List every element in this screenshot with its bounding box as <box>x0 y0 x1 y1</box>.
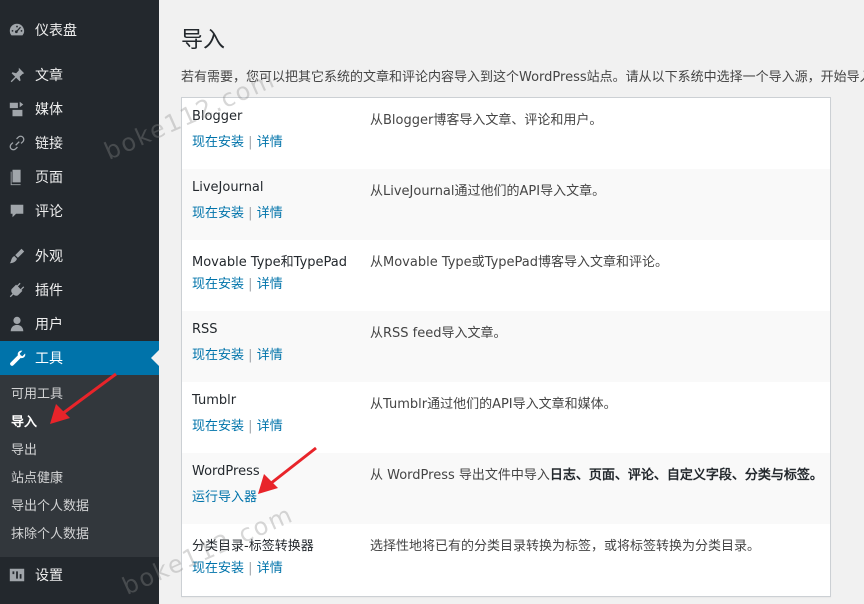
description-bold: 日志、页面、评论、自定义字段、分类与标签。 <box>549 468 823 483</box>
menu-label: 评论 <box>35 204 63 220</box>
menu-links[interactable]: 链接 <box>0 126 159 160</box>
submenu-site-health[interactable]: 站点健康 <box>11 469 63 489</box>
tools-submenu: 可用工具 导入 导出 站点健康 导出个人数据 抹除个人数据 <box>0 375 159 557</box>
admin-sidebar: 仪表盘 文章 媒体 链接 页面 评论 外观 插件 用户 工具 可用工具 导入 导… <box>0 0 159 604</box>
link-icon <box>8 134 26 152</box>
importer-row: Blogger 现在安装 | 详情 从Blogger博客导入文章、评论和用户。 <box>182 98 830 169</box>
importer-actions: 现在安装 | 详情 <box>192 202 283 221</box>
importer-table: Blogger 现在安装 | 详情 从Blogger博客导入文章、评论和用户。 … <box>181 97 831 597</box>
menu-media[interactable]: 媒体 <box>0 92 159 126</box>
importer-name: Blogger <box>192 109 243 124</box>
pin-icon <box>8 66 26 84</box>
importer-description: 从 WordPress 导出文件中导入日志、页面、评论、自定义字段、分类与标签。 <box>370 464 823 483</box>
submenu-export-personal-data[interactable]: 导出个人数据 <box>11 497 89 517</box>
menu-label: 外观 <box>35 249 63 265</box>
install-now-link[interactable]: 现在安装 <box>192 561 244 576</box>
importer-actions: 现在安装 | 详情 <box>192 344 283 363</box>
install-now-link[interactable]: 现在安装 <box>192 135 244 150</box>
importer-description: 选择性地将已有的分类目录转换为标签，或将标签转换为分类目录。 <box>370 539 761 554</box>
importer-name: WordPress <box>192 464 260 479</box>
importer-actions: 运行导入器 <box>192 486 257 505</box>
menu-label: 用户 <box>35 317 63 333</box>
submenu-import[interactable]: 导入 <box>11 413 37 433</box>
dashboard-icon <box>8 21 26 39</box>
importer-name: Movable Type和TypePad <box>192 255 348 270</box>
menu-dashboard[interactable]: 仪表盘 <box>0 13 159 47</box>
install-now-link[interactable]: 现在安装 <box>192 419 244 434</box>
importer-row: Tumblr 现在安装 | 详情 从Tumblr通过他们的API导入文章和媒体。 <box>182 382 830 453</box>
install-now-link[interactable]: 现在安装 <box>192 277 244 292</box>
intro-text: 若有需要，您可以把其它系统的文章和评论内容导入到这个WordPress站点。请从… <box>181 70 864 85</box>
importer-description: 从LiveJournal通过他们的API导入文章。 <box>370 184 606 199</box>
brush-icon <box>8 247 26 265</box>
separator: | <box>248 206 253 221</box>
media-icon <box>8 100 26 118</box>
separator: | <box>248 277 253 292</box>
separator: | <box>248 348 253 363</box>
separator: | <box>248 135 253 150</box>
menu-label: 页面 <box>35 170 63 186</box>
menu-comments[interactable]: 评论 <box>0 194 159 228</box>
menu-settings[interactable]: 设置 <box>0 558 159 592</box>
run-importer-link[interactable]: 运行导入器 <box>192 490 257 505</box>
menu-label: 媒体 <box>35 102 63 118</box>
importer-description: 从Movable Type或TypePad博客导入文章和评论。 <box>370 255 669 270</box>
menu-appearance[interactable]: 外观 <box>0 239 159 273</box>
importer-name: 分类目录-标签转换器 <box>192 539 314 554</box>
menu-posts[interactable]: 文章 <box>0 58 159 92</box>
importer-actions: 现在安装 | 详情 <box>192 415 283 434</box>
importer-name: LiveJournal <box>192 180 264 195</box>
details-link[interactable]: 详情 <box>257 135 283 150</box>
settings-icon <box>8 566 26 584</box>
main-content: 导入 若有需要，您可以把其它系统的文章和评论内容导入到这个WordPress站点… <box>159 0 864 604</box>
details-link[interactable]: 详情 <box>257 561 283 576</box>
menu-label: 仪表盘 <box>35 23 77 39</box>
importer-description: 从Blogger博客导入文章、评论和用户。 <box>370 113 603 128</box>
importer-row: RSS 现在安装 | 详情 从RSS feed导入文章。 <box>182 311 830 382</box>
page-icon <box>8 168 26 186</box>
importer-description: 从Tumblr通过他们的API导入文章和媒体。 <box>370 397 617 412</box>
install-now-link[interactable]: 现在安装 <box>192 348 244 363</box>
details-link[interactable]: 详情 <box>257 206 283 221</box>
install-now-link[interactable]: 现在安装 <box>192 206 244 221</box>
importer-actions: 现在安装 | 详情 <box>192 273 283 292</box>
submenu-export[interactable]: 导出 <box>11 441 37 461</box>
menu-plugins[interactable]: 插件 <box>0 273 159 307</box>
menu-tools[interactable]: 工具 <box>0 341 159 375</box>
menu-users[interactable]: 用户 <box>0 307 159 341</box>
comment-icon <box>8 202 26 220</box>
user-icon <box>8 315 26 333</box>
separator: | <box>248 419 253 434</box>
submenu-erase-personal-data[interactable]: 抹除个人数据 <box>11 525 89 545</box>
menu-label: 插件 <box>35 283 63 299</box>
menu-label: 工具 <box>35 351 63 367</box>
importer-row: Movable Type和TypePad 现在安装 | 详情 从Movable … <box>182 240 830 311</box>
details-link[interactable]: 详情 <box>257 419 283 434</box>
menu-label: 链接 <box>35 136 63 152</box>
details-link[interactable]: 详情 <box>257 277 283 292</box>
menu-pages[interactable]: 页面 <box>0 160 159 194</box>
menu-label: 文章 <box>35 68 63 84</box>
description-prefix: 从 WordPress 导出文件中导入 <box>370 468 550 483</box>
plugin-icon <box>8 281 26 299</box>
submenu-available-tools[interactable]: 可用工具 <box>11 385 63 405</box>
importer-actions: 现在安装 | 详情 <box>192 131 283 150</box>
importer-name: RSS <box>192 322 218 337</box>
details-link[interactable]: 详情 <box>257 348 283 363</box>
menu-label: 设置 <box>35 568 63 584</box>
importer-row: LiveJournal 现在安装 | 详情 从LiveJournal通过他们的A… <box>182 169 830 240</box>
importer-row: 分类目录-标签转换器 现在安装 | 详情 选择性地将已有的分类目录转换为标签，或… <box>182 524 830 595</box>
importer-description: 从RSS feed导入文章。 <box>370 326 507 341</box>
importer-name: Tumblr <box>192 393 237 408</box>
importer-actions: 现在安装 | 详情 <box>192 557 283 576</box>
importer-row: WordPress 运行导入器 从 WordPress 导出文件中导入日志、页面… <box>182 453 830 524</box>
page-title: 导入 <box>181 28 226 53</box>
wrench-icon <box>8 349 26 367</box>
separator: | <box>248 561 253 576</box>
